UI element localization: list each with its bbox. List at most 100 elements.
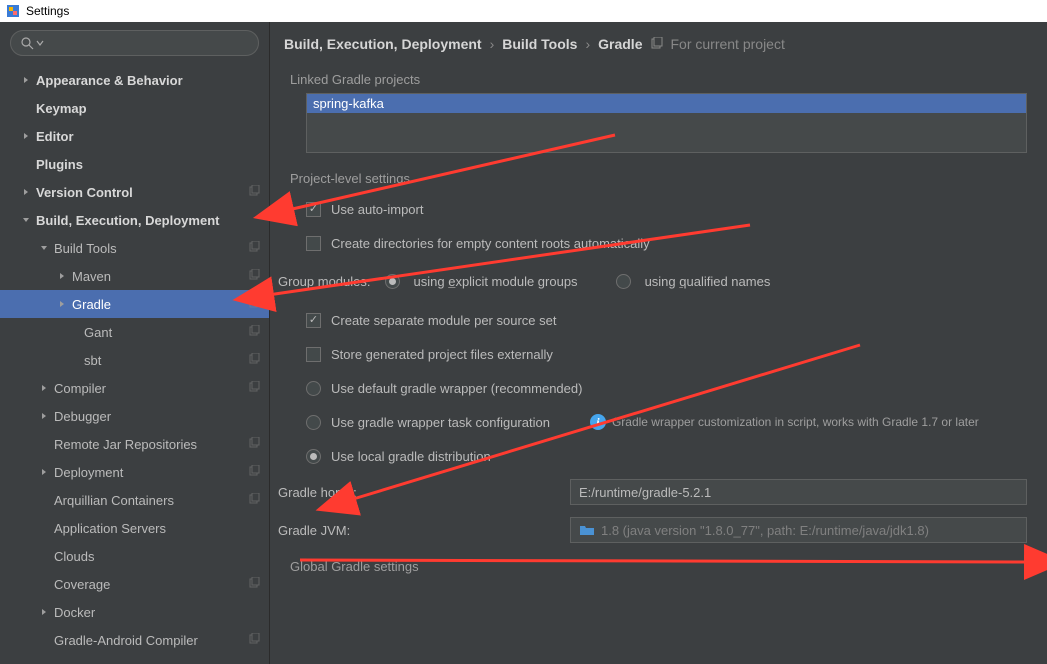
copy-icon [249, 577, 261, 592]
sidebar-item-build-tools[interactable]: Build Tools [0, 234, 269, 262]
settings-sidebar: Appearance & Behavior Keymap Editor Plugins… [0, 22, 270, 664]
sidebar-item-label: Arquillian Containers [54, 493, 249, 508]
sidebar-item-appearance-behavior[interactable]: Appearance & Behavior [0, 66, 269, 94]
sidebar-item-remote-jar-repositories[interactable]: Remote Jar Repositories [0, 430, 269, 458]
info-icon: i [590, 414, 606, 430]
chevron-down-icon [20, 216, 32, 224]
sidebar-item-application-servers[interactable]: Application Servers [0, 514, 269, 542]
copy-icon [249, 325, 261, 340]
sidebar-item-label: sbt [84, 353, 249, 368]
chevron-right-icon [38, 412, 50, 420]
sidebar-item-build-execution-deployment[interactable]: Build, Execution, Deployment [0, 206, 269, 234]
sidebar-item-docker[interactable]: Docker [0, 598, 269, 626]
sidebar-item-label: Version Control [36, 185, 249, 200]
auto-import-row[interactable]: Use auto-import [306, 192, 1027, 226]
sidebar-item-editor[interactable]: Editor [0, 122, 269, 150]
chevron-right-icon [38, 384, 50, 392]
auto-import-label: Use auto-import [331, 202, 423, 217]
sep-module-row[interactable]: Create separate module per source set [306, 303, 1027, 337]
checkbox-icon[interactable] [306, 347, 321, 362]
group-modules-label: Group modules: [278, 274, 371, 289]
radio-icon[interactable] [306, 381, 321, 396]
sidebar-item-gradle[interactable]: Gradle [0, 290, 269, 318]
radio-icon[interactable] [306, 415, 321, 430]
sidebar-item-compiler[interactable]: Compiler [0, 374, 269, 402]
sidebar-item-deployment[interactable]: Deployment [0, 458, 269, 486]
sidebar-item-plugins[interactable]: Plugins [0, 150, 269, 178]
explicit-label: using explicit module groups [414, 274, 578, 289]
sidebar-item-label: Appearance & Behavior [36, 73, 261, 88]
store-ext-label: Store generated project files externally [331, 347, 553, 362]
sidebar-item-gradle-android-compiler[interactable]: Gradle-Android Compiler [0, 626, 269, 654]
chevron-right-icon [38, 608, 50, 616]
radio-icon[interactable] [616, 274, 631, 289]
copy-icon [650, 37, 664, 51]
chevron-right-icon [20, 76, 32, 84]
gradle-jvm-select[interactable]: 1.8 (java version "1.8.0_77", path: E:/r… [570, 517, 1027, 543]
sidebar-item-label: Coverage [54, 577, 249, 592]
gradle-jvm-row: Gradle JVM: 1.8 (java version "1.8.0_77"… [278, 511, 1027, 549]
checkbox-icon[interactable] [306, 236, 321, 251]
copy-icon [249, 269, 261, 284]
folder-icon [579, 524, 595, 536]
search-input[interactable] [10, 30, 259, 56]
create-dirs-label: Create directories for empty content roo… [331, 236, 650, 251]
group-modules-row: Group modules: using explicit module gro… [278, 260, 1027, 303]
sep-module-label: Create separate module per source set [331, 313, 556, 328]
linked-projects-list[interactable]: spring-kafka [306, 93, 1027, 153]
copy-icon [249, 297, 261, 312]
crumb-2: Build Tools [502, 36, 577, 52]
gradle-home-row: Gradle home: E:/runtime/gradle-5.2.1 [278, 473, 1027, 511]
chevron-right-icon [56, 272, 68, 280]
sidebar-item-label: Gradle-Android Compiler [54, 633, 249, 648]
sidebar-item-label: Build, Execution, Deployment [36, 213, 261, 228]
sidebar-item-coverage[interactable]: Coverage [0, 570, 269, 598]
default-wrapper-row[interactable]: Use default gradle wrapper (recommended) [306, 371, 1027, 405]
list-item[interactable]: spring-kafka [307, 94, 1026, 113]
checkbox-icon[interactable] [306, 313, 321, 328]
copy-icon [249, 241, 261, 256]
sidebar-item-label: Keymap [36, 101, 261, 116]
sidebar-item-label: Debugger [54, 409, 261, 424]
local-dist-row[interactable]: Use local gradle distribution [306, 439, 1027, 473]
crumb-sep: › [585, 36, 590, 52]
sidebar-item-label: Maven [72, 269, 249, 284]
local-dist-label: Use local gradle distribution [331, 449, 491, 464]
sidebar-item-label: Deployment [54, 465, 249, 480]
sidebar-item-clouds[interactable]: Clouds [0, 542, 269, 570]
sidebar-item-label: Docker [54, 605, 261, 620]
app-icon [6, 4, 20, 18]
wrapper-task-row[interactable]: Use gradle wrapper task configuration i … [306, 405, 1027, 439]
copy-icon [249, 353, 261, 368]
sidebar-item-label: Gant [84, 325, 249, 340]
window-titlebar: Settings [0, 0, 1047, 22]
radio-icon[interactable] [385, 274, 400, 289]
chevron-right-icon [38, 468, 50, 476]
copy-icon [249, 465, 261, 480]
sidebar-item-label: Gradle [72, 297, 249, 312]
gradle-jvm-label: Gradle JVM: [278, 523, 558, 538]
store-ext-row[interactable]: Store generated project files externally [306, 337, 1027, 371]
sidebar-item-label: Editor [36, 129, 261, 144]
crumb-3: Gradle [598, 36, 642, 52]
radio-icon[interactable] [306, 449, 321, 464]
linked-projects-label: Linked Gradle projects [270, 62, 1047, 93]
chevron-right-icon [20, 132, 32, 140]
sidebar-item-sbt[interactable]: sbt [0, 346, 269, 374]
checkbox-icon[interactable] [306, 202, 321, 217]
gradle-home-input[interactable]: E:/runtime/gradle-5.2.1 [570, 479, 1027, 505]
sidebar-item-gant[interactable]: Gant [0, 318, 269, 346]
sidebar-item-keymap[interactable]: Keymap [0, 94, 269, 122]
sidebar-item-debugger[interactable]: Debugger [0, 402, 269, 430]
global-settings-label: Global Gradle settings [270, 549, 1047, 584]
search-icon [21, 37, 34, 50]
qualified-label: using qualified names [645, 274, 771, 289]
sidebar-item-arquillian-containers[interactable]: Arquillian Containers [0, 486, 269, 514]
default-wrapper-label: Use default gradle wrapper (recommended) [331, 381, 582, 396]
sidebar-item-version-control[interactable]: Version Control [0, 178, 269, 206]
sidebar-item-maven[interactable]: Maven [0, 262, 269, 290]
create-dirs-row[interactable]: Create directories for empty content roo… [306, 226, 1027, 260]
sidebar-item-label: Remote Jar Repositories [54, 437, 249, 452]
wrapper-hint: i Gradle wrapper customization in script… [590, 414, 979, 430]
copy-icon [249, 633, 261, 648]
